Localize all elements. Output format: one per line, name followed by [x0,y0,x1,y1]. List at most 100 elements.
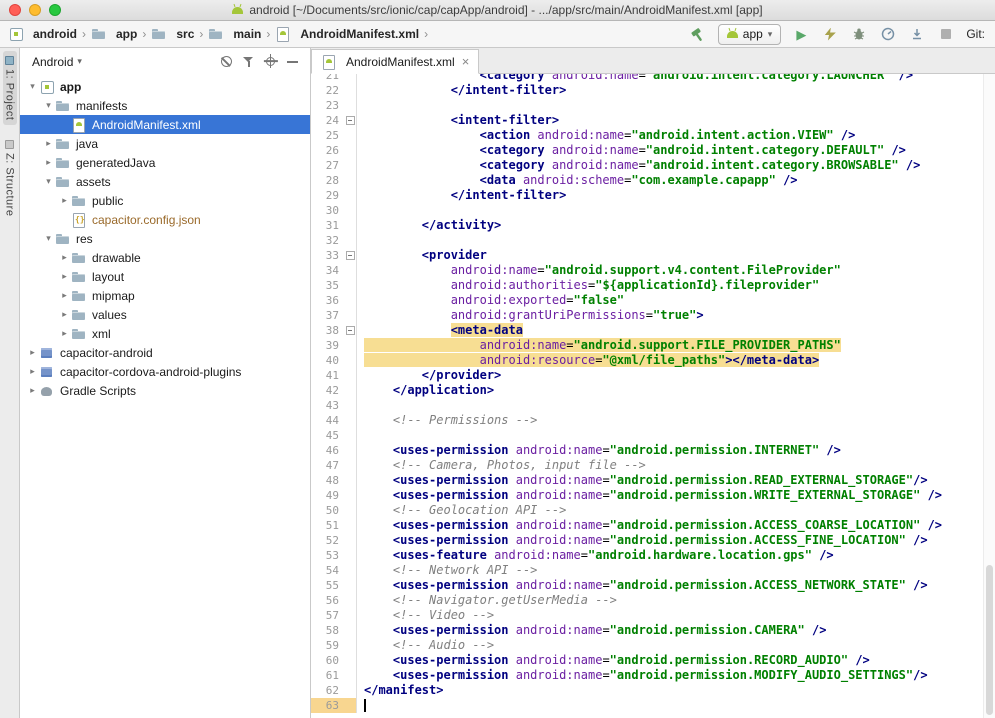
zoom-window-button[interactable] [49,4,61,16]
run-button[interactable]: ▶ [792,25,810,43]
filter-icon[interactable] [239,53,258,71]
code-line-22[interactable]: 22 </intent-filter> [311,83,983,98]
code-line-39[interactable]: 39 android:name="android.support.FILE_PR… [311,338,983,353]
line-number[interactable]: 37 [311,308,344,323]
line-number[interactable]: 56 [311,593,344,608]
line-number[interactable]: 59 [311,638,344,653]
debug-icon[interactable] [850,25,868,43]
code-line-25[interactable]: 25 <action android:name="android.intent.… [311,128,983,143]
line-number[interactable]: 23 [311,98,344,113]
code-line-54[interactable]: 54 <!-- Network API --> [311,563,983,578]
tool-button-project[interactable]: 1: Project [3,51,17,125]
code-line-41[interactable]: 41 </provider> [311,368,983,383]
breadcrumb-src[interactable]: src [149,25,196,43]
code-line-46[interactable]: 46 <uses-permission android:name="androi… [311,443,983,458]
line-number[interactable]: 24 [311,113,344,128]
tree-item-app[interactable]: ▾app [20,77,310,96]
tree-item-androidmanifest-xml[interactable]: AndroidManifest.xml [20,115,310,134]
line-number[interactable]: 41 [311,368,344,383]
code-line-42[interactable]: 42 </application> [311,383,983,398]
chevron-right-icon[interactable]: ▸ [58,252,71,263]
code-editor[interactable]: 21 <category android:name="android.inten… [311,74,983,718]
line-number[interactable]: 54 [311,563,344,578]
line-number[interactable]: 53 [311,548,344,563]
code-line-61[interactable]: 61 <uses-permission android:name="androi… [311,668,983,683]
code-line-30[interactable]: 30 [311,203,983,218]
line-number[interactable]: 30 [311,203,344,218]
code-line-27[interactable]: 27 <category android:name="android.inten… [311,158,983,173]
code-line-26[interactable]: 26 <category android:name="android.inten… [311,143,983,158]
code-line-57[interactable]: 57 <!-- Video --> [311,608,983,623]
fold-icon[interactable] [346,251,355,260]
tree-item-res[interactable]: ▾res [20,229,310,248]
code-line-58[interactable]: 58 <uses-permission android:name="androi… [311,623,983,638]
code-line-59[interactable]: 59 <!-- Audio --> [311,638,983,653]
code-line-31[interactable]: 31 </activity> [311,218,983,233]
tree-item-capacitor-android[interactable]: ▸capacitor-android [20,343,310,362]
code-line-34[interactable]: 34 android:name="android.support.v4.cont… [311,263,983,278]
tree-item-gradle-scripts[interactable]: ▸Gradle Scripts [20,381,310,400]
code-line-47[interactable]: 47 <!-- Camera, Photos, input file --> [311,458,983,473]
line-number[interactable]: 21 [311,74,344,83]
code-line-33[interactable]: 33 <provider [311,248,983,263]
git-label[interactable]: Git: [966,27,985,41]
chevron-right-icon[interactable]: ▸ [26,347,39,358]
fold-icon[interactable] [346,116,355,125]
code-line-53[interactable]: 53 <uses-feature android:name="android.h… [311,548,983,563]
line-number[interactable]: 36 [311,293,344,308]
line-number[interactable]: 62 [311,683,344,698]
tree-item-java[interactable]: ▸java [20,134,310,153]
run-config-selector[interactable]: app ▾ [718,24,782,45]
code-line-44[interactable]: 44 <!-- Permissions --> [311,413,983,428]
apply-changes-icon[interactable] [821,25,839,43]
fold-icon[interactable] [346,326,355,335]
tree-item-capacitor-config-json[interactable]: capacitor.config.json [20,210,310,229]
line-number[interactable]: 31 [311,218,344,233]
line-number[interactable]: 33 [311,248,344,263]
line-number[interactable]: 42 [311,383,344,398]
line-number[interactable]: 44 [311,413,344,428]
tree-item-public[interactable]: ▸public [20,191,310,210]
line-number[interactable]: 45 [311,428,344,443]
project-view-selector[interactable]: Android ▾ [32,55,82,69]
code-line-32[interactable]: 32 [311,233,983,248]
tree-item-manifests[interactable]: ▾manifests [20,96,310,115]
chevron-down-icon[interactable]: ▾ [26,81,39,92]
chevron-right-icon[interactable]: ▸ [58,195,71,206]
code-line-63[interactable]: 63 [311,698,983,713]
build-hammer-icon[interactable] [689,25,707,43]
code-line-55[interactable]: 55 <uses-permission android:name="androi… [311,578,983,593]
line-number[interactable]: 61 [311,668,344,683]
code-line-43[interactable]: 43 [311,398,983,413]
chevron-down-icon[interactable]: ▾ [42,176,55,187]
line-number[interactable]: 26 [311,143,344,158]
tool-button-structure[interactable]: Z: Structure [3,135,17,221]
line-number[interactable]: 47 [311,458,344,473]
chevron-right-icon[interactable]: ▸ [58,309,71,320]
chevron-right-icon[interactable]: ▸ [26,385,39,396]
line-number[interactable]: 43 [311,398,344,413]
code-line-36[interactable]: 36 android:exported="false" [311,293,983,308]
code-line-62[interactable]: 62</manifest> [311,683,983,698]
attach-debugger-icon[interactable] [908,25,926,43]
line-number[interactable]: 48 [311,473,344,488]
line-number[interactable]: 22 [311,83,344,98]
tree-item-generatedjava[interactable]: ▸generatedJava [20,153,310,172]
code-line-28[interactable]: 28 <data android:scheme="com.example.cap… [311,173,983,188]
breadcrumb-android[interactable]: android [6,25,79,43]
code-line-45[interactable]: 45 [311,428,983,443]
tree-item-mipmap[interactable]: ▸mipmap [20,286,310,305]
chevron-right-icon[interactable]: ▸ [42,138,55,149]
code-line-56[interactable]: 56 <!-- Navigator.getUserMedia --> [311,593,983,608]
code-line-21[interactable]: 21 <category android:name="android.inten… [311,74,983,83]
settings-gear-icon[interactable] [261,53,280,71]
line-number[interactable]: 35 [311,278,344,293]
line-number[interactable]: 57 [311,608,344,623]
code-line-50[interactable]: 50 <!-- Geolocation API --> [311,503,983,518]
locate-file-icon[interactable] [217,53,236,71]
chevron-right-icon[interactable]: ▸ [42,157,55,168]
breadcrumb-app[interactable]: app [89,25,139,43]
tree-item-capacitor-cordova-android-plugins[interactable]: ▸capacitor-cordova-android-plugins [20,362,310,381]
line-number[interactable]: 51 [311,518,344,533]
code-line-24[interactable]: 24 <intent-filter> [311,113,983,128]
